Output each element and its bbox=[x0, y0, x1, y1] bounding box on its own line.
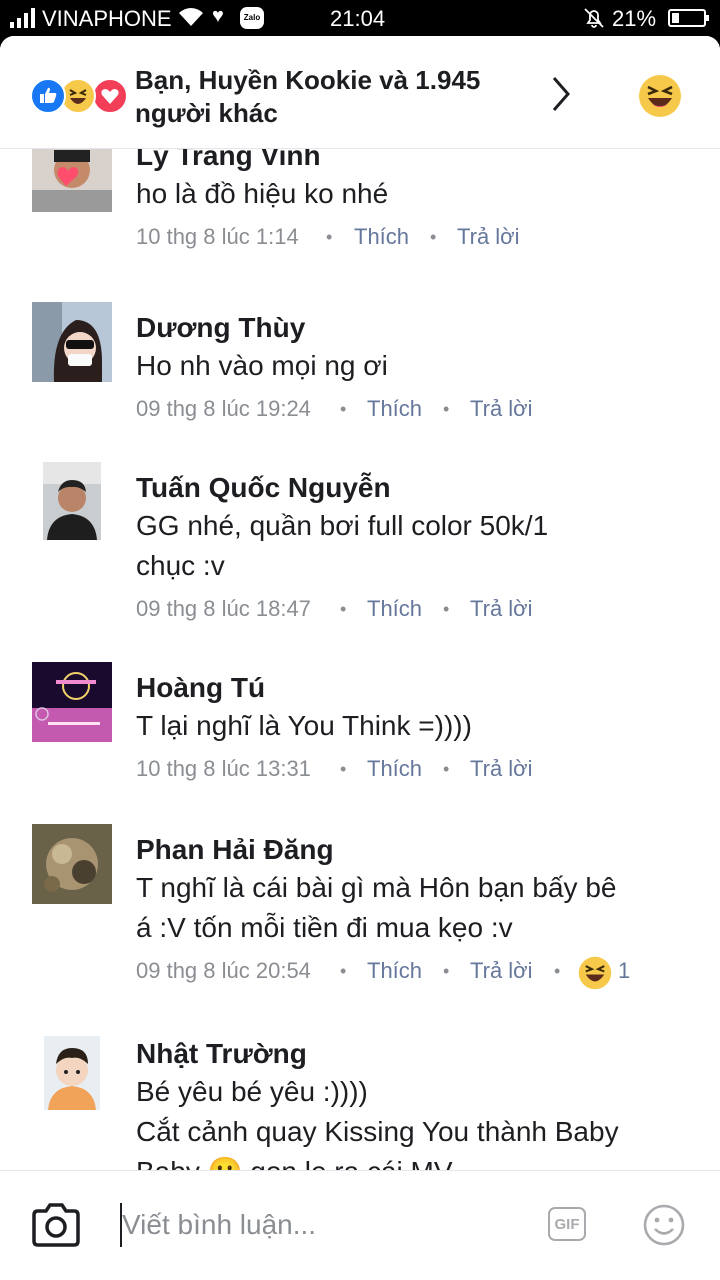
like-button[interactable]: Thích bbox=[354, 222, 409, 252]
carrier-name: VINAPHONE bbox=[42, 6, 172, 31]
comment-body: Lý Trang Vinh ho là đồ hiệu ko nhé 10 th… bbox=[136, 148, 696, 256]
battery-icon bbox=[668, 9, 709, 27]
separator-dot: • bbox=[430, 227, 437, 247]
comment-timestamp: 10 thg 8 lúc 1:14 bbox=[136, 224, 299, 249]
comment-timestamp: 10 thg 8 lúc 13:31 bbox=[136, 756, 311, 781]
separator-dot: • bbox=[340, 961, 347, 981]
like-icon bbox=[30, 78, 66, 114]
mute-bell-icon bbox=[584, 8, 604, 28]
camera-icon[interactable] bbox=[30, 1203, 82, 1247]
avatar[interactable] bbox=[32, 302, 112, 382]
separator-dot: • bbox=[340, 759, 347, 779]
comment-meta: 10 thg 8 lúc 1:14 • Thích • Trả lời bbox=[136, 222, 696, 256]
zalo-icon: Zalo bbox=[240, 7, 264, 29]
comment-text: GG nhé, quần bơi full color 50k/1 chục :… bbox=[136, 510, 549, 581]
comment-body: Hoàng Tú T lại nghĩ là You Think =)))) 1… bbox=[136, 670, 696, 788]
comment-author[interactable]: Nhật Trường bbox=[136, 1036, 696, 1072]
comment-list[interactable]: Lý Trang Vinh ho là đồ hiệu ko nhé 10 th… bbox=[0, 148, 720, 1170]
reply-button[interactable]: Trả lời bbox=[470, 956, 533, 986]
battery-percent: 21% bbox=[612, 6, 657, 31]
reactions-comments-sheet: Bạn, Huyền Kookie và 1.945 người khác Lý… bbox=[0, 36, 720, 1280]
love-icon bbox=[92, 78, 128, 114]
comment-composer: GIF bbox=[0, 1170, 720, 1280]
comment-timestamp: 09 thg 8 lúc 19:24 bbox=[136, 396, 311, 421]
like-button[interactable]: Thích bbox=[367, 394, 422, 424]
comment-meta: 09 thg 8 lúc 19:24 • Thích • Trả lời bbox=[136, 394, 696, 428]
reactions-summary-bar[interactable]: Bạn, Huyền Kookie và 1.945 người khác bbox=[0, 36, 720, 149]
comment-body: Phan Hải Đăng T nghĩ là cái bài gì mà Hô… bbox=[136, 832, 696, 990]
like-button[interactable]: Thích bbox=[367, 956, 422, 986]
emoji-icon[interactable] bbox=[642, 1203, 686, 1247]
comment-body: Nhật Trường Bé yêu bé yêu :)))) Cắt cảnh… bbox=[136, 1036, 696, 1170]
comment-input[interactable] bbox=[120, 1197, 512, 1253]
comment-meta: 09 thg 8 lúc 20:54 • Thích • Trả lời • 1 bbox=[136, 956, 696, 990]
separator-dot: • bbox=[340, 399, 347, 419]
comment-meta: 10 thg 8 lúc 13:31 • Thích • Trả lời bbox=[136, 754, 696, 788]
comment-author[interactable]: Lý Trang Vinh bbox=[136, 148, 696, 174]
comment-text: Bé yêu bé yêu :)))) Cắt cảnh quay Kissin… bbox=[136, 1076, 619, 1170]
reaction-count: 1 bbox=[618, 958, 631, 983]
avatar[interactable] bbox=[43, 462, 101, 540]
comment-text: ho là đồ hiệu ko nhé bbox=[136, 178, 389, 209]
reaction-summary-text[interactable]: Bạn, Huyền Kookie và 1.945 người khác bbox=[135, 64, 515, 130]
gif-button[interactable]: GIF bbox=[548, 1207, 586, 1241]
avatar[interactable] bbox=[32, 662, 112, 742]
clock: 21:04 bbox=[330, 6, 386, 31]
reply-button[interactable]: Trả lời bbox=[457, 222, 520, 252]
comment-text: T nghĩ là cái bài gì mà Hôn bạn bấy bê á… bbox=[136, 872, 617, 943]
comment-text: T lại nghĩ là You Think =)))) bbox=[136, 710, 472, 741]
separator-dot: • bbox=[554, 961, 561, 981]
separator-dot: • bbox=[443, 961, 450, 981]
comment-author[interactable]: Tuấn Quốc Nguyễn bbox=[136, 470, 696, 506]
like-button[interactable]: Thích bbox=[367, 754, 422, 784]
reply-button[interactable]: Trả lời bbox=[470, 394, 533, 424]
avatar[interactable] bbox=[32, 824, 112, 904]
comment-author[interactable]: Dương Thùy bbox=[136, 310, 696, 346]
comment-text: Ho nh vào mọi ng ơi bbox=[136, 350, 388, 381]
comment-author[interactable]: Phan Hải Đăng bbox=[136, 832, 696, 868]
comment-timestamp: 09 thg 8 lúc 20:54 bbox=[136, 958, 311, 983]
gif-label: GIF bbox=[554, 1216, 580, 1233]
avatar[interactable] bbox=[32, 148, 112, 212]
reaction-icons bbox=[30, 78, 130, 114]
status-bar: VINAPHONE ♥ Zalo 21:04 21% bbox=[0, 0, 720, 36]
separator-dot: • bbox=[443, 759, 450, 779]
comment-meta: 09 thg 8 lúc 18:47 • Thích • Trả lời bbox=[136, 594, 696, 628]
comment-timestamp: 09 thg 8 lúc 18:47 bbox=[136, 596, 311, 621]
separator-dot: • bbox=[443, 399, 450, 419]
chevron-right-icon[interactable] bbox=[540, 72, 580, 116]
signal-icon bbox=[10, 8, 35, 28]
reply-button[interactable]: Trả lời bbox=[470, 594, 533, 624]
haha-icon bbox=[578, 956, 612, 990]
haha-reaction-icon[interactable] bbox=[638, 74, 682, 118]
like-button[interactable]: Thích bbox=[367, 594, 422, 624]
separator-dot: • bbox=[443, 599, 450, 619]
avatar[interactable] bbox=[44, 1036, 100, 1110]
comment-reactions[interactable]: 1 bbox=[578, 956, 630, 990]
separator-dot: • bbox=[326, 227, 333, 247]
heart-icon: ♥ bbox=[212, 5, 224, 27]
wifi-icon bbox=[179, 8, 203, 26]
comment-body: Dương Thùy Ho nh vào mọi ng ơi 09 thg 8 … bbox=[136, 310, 696, 428]
separator-dot: • bbox=[340, 599, 347, 619]
comment-author[interactable]: Hoàng Tú bbox=[136, 670, 696, 706]
comment-body: Tuấn Quốc Nguyễn GG nhé, quần bơi full c… bbox=[136, 470, 696, 628]
reply-button[interactable]: Trả lời bbox=[470, 754, 533, 784]
